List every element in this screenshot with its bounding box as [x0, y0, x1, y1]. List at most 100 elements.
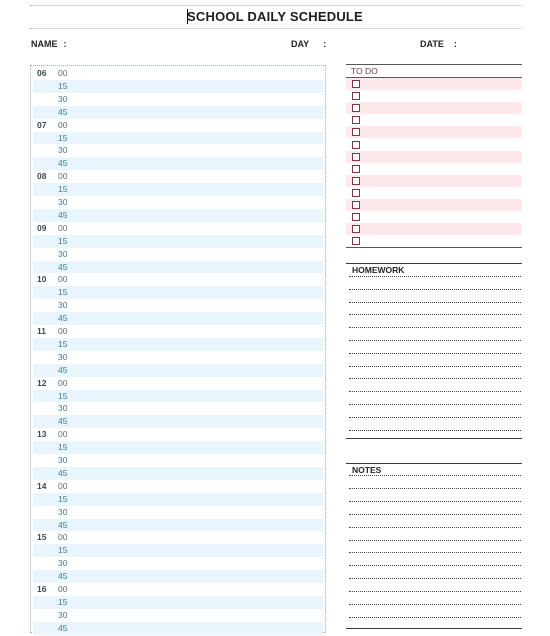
homework-writing-line[interactable] [349, 416, 521, 418]
schedule-row[interactable]: 45 [33, 208, 323, 222]
homework-writing-line[interactable] [349, 404, 521, 405]
schedule-row[interactable]: 30 [33, 351, 323, 364]
schedule-row[interactable]: 45 [33, 621, 323, 635]
schedule-row[interactable]: 15 [33, 337, 323, 351]
schedule-row[interactable]: 45 [33, 157, 323, 171]
notes-writing-line[interactable] [349, 591, 521, 593]
notes-writing-line[interactable] [349, 526, 521, 528]
todo-checkbox[interactable] [352, 92, 360, 101]
schedule-row[interactable]: 30 [33, 144, 323, 157]
todo-item[interactable] [346, 150, 522, 163]
todo-checkbox[interactable] [352, 140, 360, 149]
notes-writing-line[interactable] [349, 487, 521, 489]
schedule-row[interactable]: 45 [33, 105, 323, 119]
schedule-row[interactable]: 15 [33, 79, 323, 93]
todo-item[interactable] [346, 163, 522, 175]
name-field[interactable]: NAME: [31, 39, 67, 49]
schedule-row[interactable]: 15 [33, 595, 323, 609]
schedule-row[interactable]: 15 [33, 544, 323, 558]
schedule-row[interactable]: 45 [33, 466, 323, 480]
schedule-row[interactable]: 30 [33, 93, 323, 106]
homework-writing-line[interactable] [349, 314, 521, 316]
schedule-row[interactable]: 15 [33, 131, 323, 145]
schedule-row[interactable]: 14 00 [33, 480, 323, 493]
todo-checkbox[interactable] [352, 164, 360, 173]
schedule-row[interactable]: 30 [33, 454, 323, 467]
homework-writing-line[interactable] [349, 301, 521, 303]
homework-writing-line[interactable] [349, 391, 521, 393]
homework-writing-line[interactable] [349, 352, 521, 354]
schedule-row[interactable]: 15 00 [33, 531, 323, 544]
todo-checkbox[interactable] [352, 80, 360, 88]
schedule-row[interactable]: 11 00 [33, 325, 323, 338]
schedule-row[interactable]: 13 00 [33, 428, 323, 441]
schedule-row[interactable]: 08 00 [33, 170, 323, 183]
schedule-row[interactable]: 12 00 [33, 377, 323, 390]
notes-writing-line[interactable] [349, 565, 521, 567]
schedule-row[interactable]: 15 [33, 183, 323, 196]
todo-item[interactable] [346, 211, 522, 223]
homework-writing-line[interactable] [349, 365, 521, 367]
notes-writing-line[interactable] [349, 604, 521, 605]
todo-item[interactable] [346, 187, 522, 199]
schedule-row[interactable]: 45 [33, 518, 323, 532]
schedule-row[interactable]: 06 00 [33, 67, 323, 80]
notes-writing-line[interactable] [349, 552, 521, 554]
todo-checkbox[interactable] [352, 176, 360, 185]
todo-item[interactable] [346, 102, 522, 115]
todo-checkbox[interactable] [352, 237, 360, 246]
notes-writing-line[interactable] [349, 513, 521, 515]
schedule-row[interactable]: 07 00 [33, 119, 323, 132]
schedule-row[interactable]: 30 [33, 196, 323, 209]
day-field[interactable]: DAY: [291, 39, 326, 49]
schedule-row[interactable]: 15 [33, 389, 323, 403]
homework-writing-line[interactable] [349, 378, 521, 380]
schedule-row[interactable]: 10 00 [33, 273, 323, 286]
date-field[interactable]: DATE: [420, 39, 457, 49]
schedule-row[interactable]: 30 [33, 248, 323, 261]
todo-item[interactable] [346, 114, 522, 126]
todo-item[interactable] [346, 90, 522, 102]
schedule-row[interactable]: 30 [33, 609, 323, 622]
todo-item[interactable] [346, 174, 522, 187]
schedule-row[interactable]: 15 [33, 286, 323, 300]
notes-writing-line[interactable] [349, 475, 521, 476]
schedule-row[interactable]: 45 [33, 570, 323, 583]
todo-checkbox[interactable] [352, 225, 360, 234]
schedule-row[interactable]: 15 [33, 492, 323, 506]
schedule-row[interactable]: 15 [33, 441, 323, 454]
schedule-row[interactable]: 15 [33, 234, 323, 248]
todo-item[interactable] [346, 126, 522, 139]
schedule-row[interactable]: 45 [33, 312, 323, 325]
todo-item[interactable] [346, 78, 522, 90]
notes-writing-line[interactable] [349, 539, 521, 541]
schedule-row[interactable]: 45 [33, 260, 323, 274]
todo-item[interactable] [346, 199, 522, 211]
notes-writing-line[interactable] [349, 578, 521, 580]
homework-writing-line[interactable] [349, 340, 521, 341]
schedule-row[interactable]: 16 00 [33, 583, 323, 596]
notes-writing-line[interactable] [349, 616, 521, 618]
todo-checkbox[interactable] [352, 152, 360, 161]
homework-writing-line[interactable] [349, 288, 521, 290]
schedule-row[interactable]: 45 [33, 363, 323, 377]
todo-checkbox[interactable] [352, 116, 360, 125]
todo-item[interactable] [346, 139, 522, 151]
todo-checkbox[interactable] [352, 201, 360, 209]
todo-item[interactable] [346, 223, 522, 236]
todo-checkbox[interactable] [352, 104, 360, 113]
schedule-row[interactable]: 09 00 [33, 222, 323, 235]
todo-checkbox[interactable] [352, 188, 360, 197]
schedule-row[interactable]: 45 [33, 415, 323, 429]
schedule-row[interactable]: 30 [33, 506, 323, 519]
schedule-row[interactable]: 30 [33, 299, 323, 312]
todo-item[interactable] [346, 235, 522, 247]
homework-writing-line[interactable] [349, 429, 521, 431]
schedule-row[interactable]: 30 [33, 557, 323, 570]
todo-checkbox[interactable] [352, 213, 360, 222]
todo-checkbox[interactable] [352, 128, 360, 137]
schedule-row[interactable]: 30 [33, 402, 323, 415]
homework-writing-line[interactable] [349, 276, 521, 277]
notes-writing-line[interactable] [349, 500, 521, 502]
homework-writing-line[interactable] [349, 327, 521, 329]
